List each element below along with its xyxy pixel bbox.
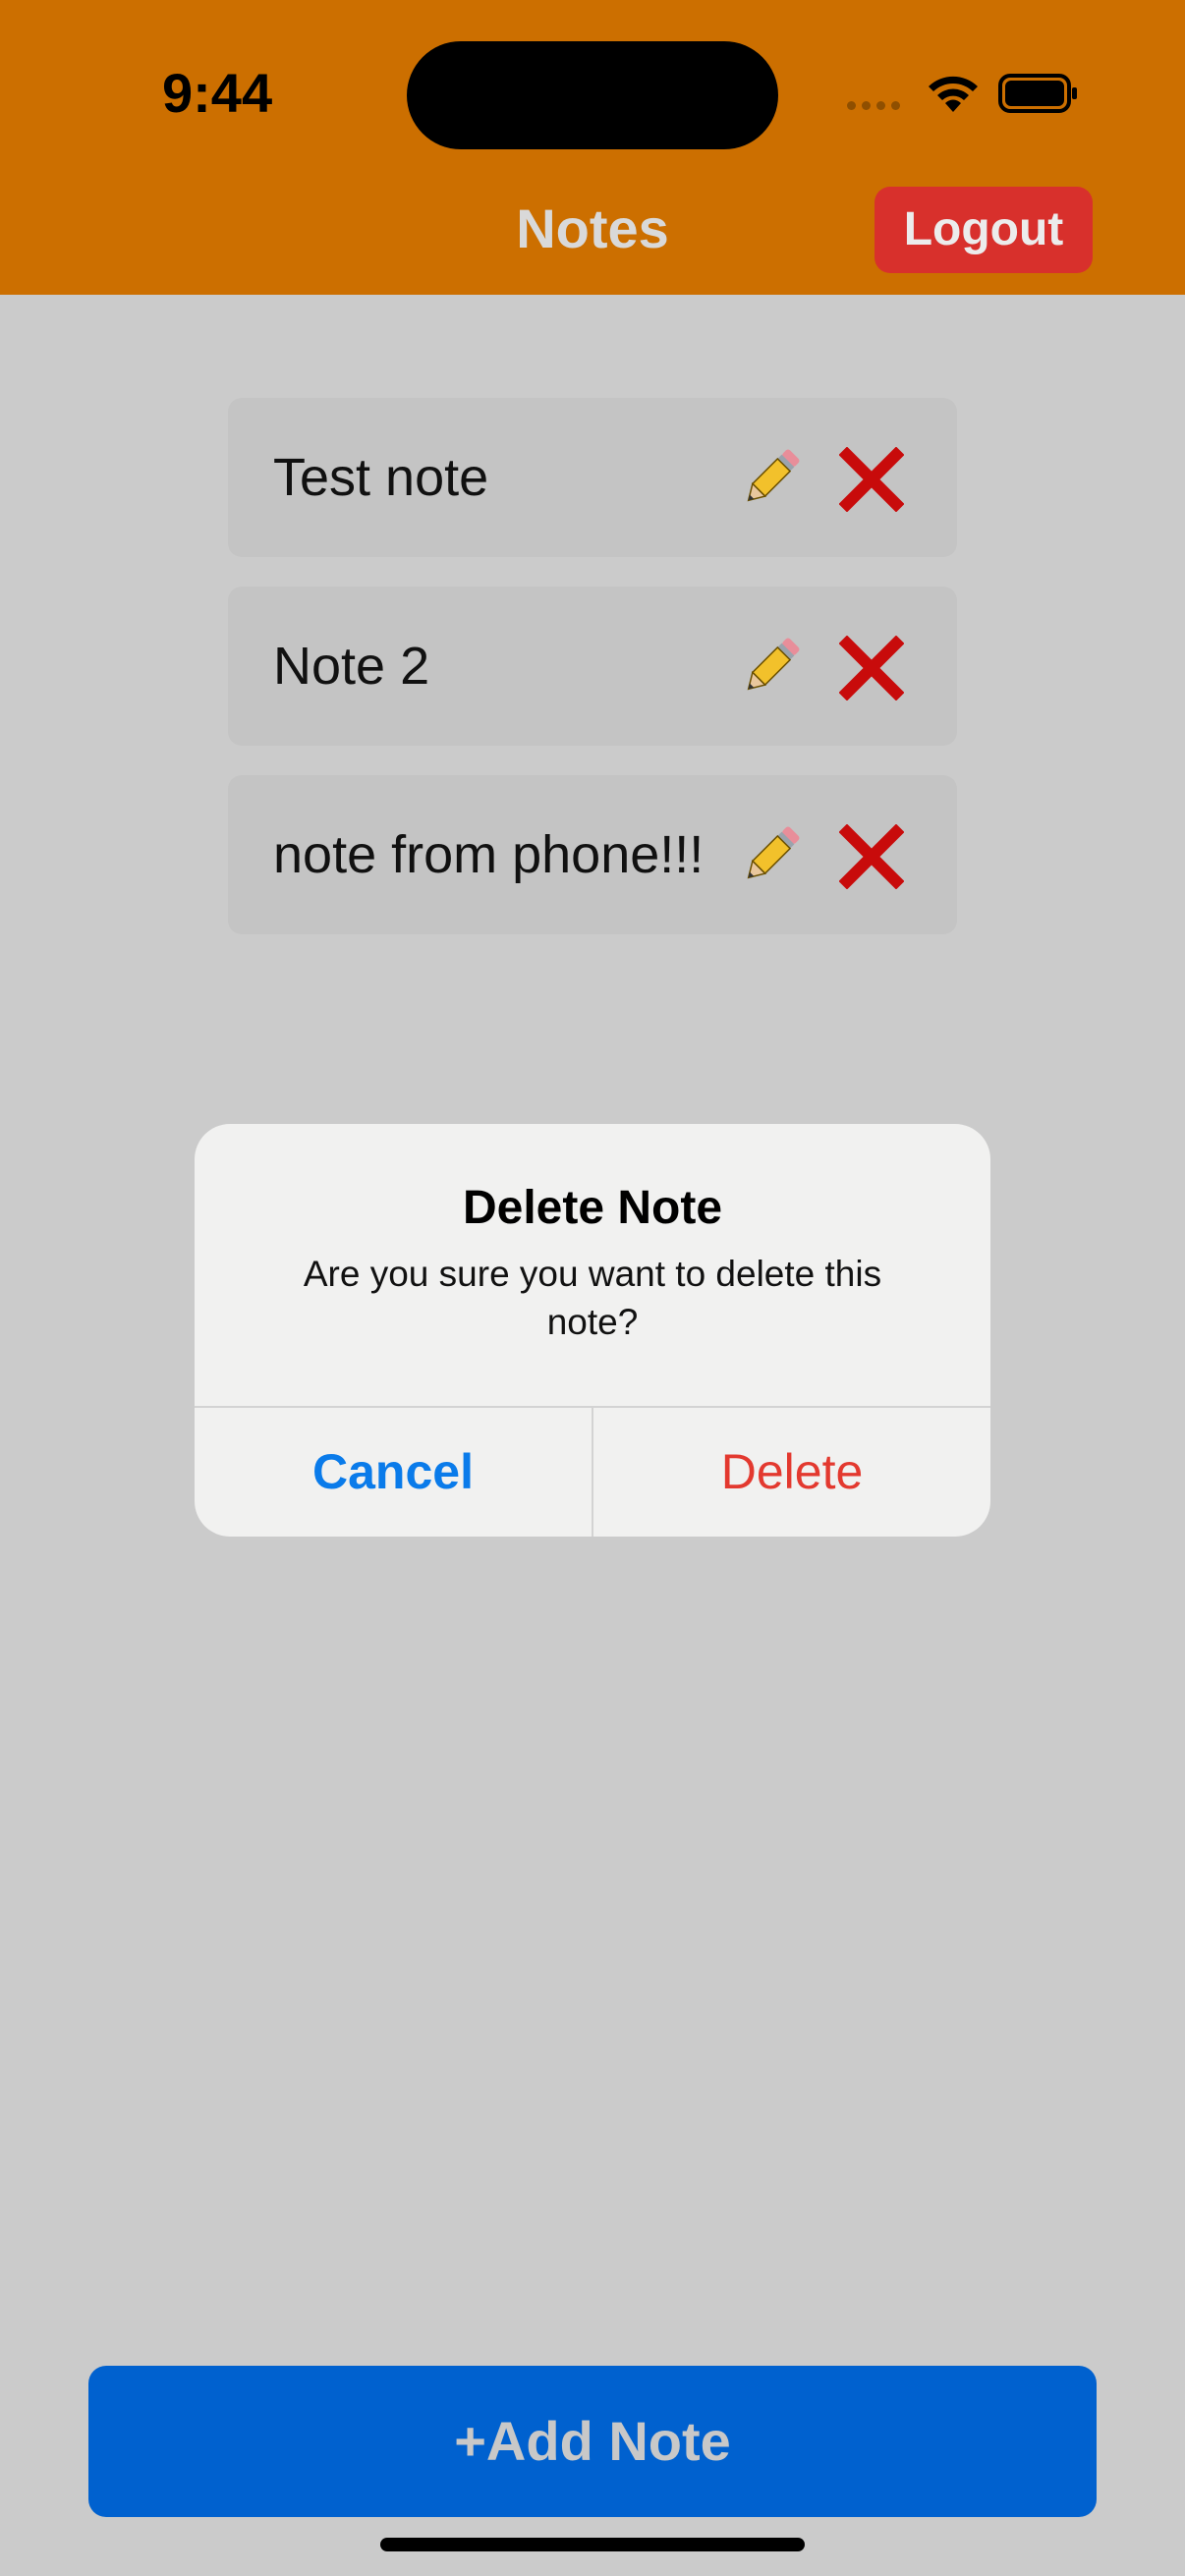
delete-confirmation-dialog: Delete Note Are you sure you want to del… [195,1124,990,1537]
x-icon[interactable] [839,447,904,512]
pencil-icon[interactable] [737,632,806,700]
note-text: note from phone!!! [273,825,705,884]
x-icon[interactable] [839,636,904,700]
pencil-icon[interactable] [737,443,806,512]
dynamic-island [407,41,778,149]
note-text: Test note [273,448,489,507]
home-indicator[interactable] [380,2538,805,2551]
navigation-header: 9:44 Notes Logout [0,0,1185,295]
cancel-button[interactable]: Cancel [195,1408,592,1537]
battery-icon [998,74,1077,113]
status-time: 9:44 [162,62,273,124]
x-icon[interactable] [839,824,904,889]
delete-button[interactable]: Delete [593,1408,990,1537]
pencil-icon[interactable] [737,820,806,889]
notes-list: Test note Note 2 note from phone!!! [228,398,957,964]
note-item[interactable]: Note 2 [228,587,957,746]
logout-button[interactable]: Logout [875,187,1093,273]
dialog-message: Are you sure you want to delete this not… [303,1254,882,1342]
note-item[interactable]: Test note [228,398,957,557]
wifi-icon [929,76,978,112]
dialog-title: Delete Note [462,1182,723,1234]
note-item[interactable]: note from phone!!! [228,775,957,934]
note-text: Note 2 [273,637,430,696]
cellular-signal-icon [847,101,900,110]
add-note-button[interactable]: +Add Note [88,2366,1097,2517]
